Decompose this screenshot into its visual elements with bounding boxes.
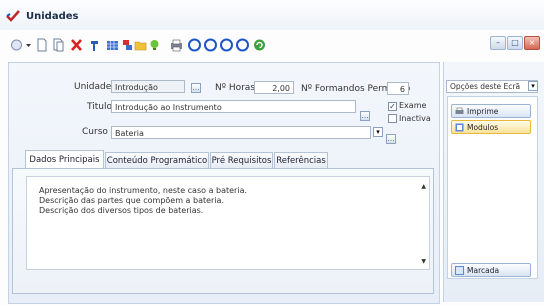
hammer-icon[interactable] bbox=[88, 38, 101, 52]
formandos-field[interactable]: 6 bbox=[387, 82, 409, 95]
imprime-label: Imprime bbox=[467, 107, 499, 116]
memo-line: Descrição dos diversos tipos de baterias… bbox=[39, 206, 204, 215]
checkmark-logo-icon bbox=[6, 10, 20, 22]
unidade-label: Unidade bbox=[74, 82, 112, 92]
unidade-lookup-button[interactable]: … bbox=[191, 83, 201, 93]
report-icon[interactable] bbox=[121, 38, 134, 52]
title-bar bbox=[0, 0, 544, 30]
titulo-field[interactable]: Introdução ao Instrumento bbox=[111, 100, 356, 113]
nav-prev-icon[interactable] bbox=[204, 38, 217, 52]
tab-conteudo-programatico[interactable]: Conteúdo Programático bbox=[105, 152, 209, 169]
disc-icon[interactable] bbox=[10, 38, 23, 52]
marcada-button[interactable]: Marcada bbox=[451, 263, 531, 277]
titulo-label: Titulo bbox=[87, 102, 112, 112]
titulo-lookup-button[interactable]: … bbox=[360, 111, 370, 121]
modulos-button[interactable]: Modulos bbox=[451, 120, 531, 134]
scroll-up-icon[interactable]: ▲ bbox=[421, 183, 426, 190]
calendar-grid-icon[interactable] bbox=[106, 38, 119, 52]
modules-icon bbox=[455, 123, 464, 132]
horas-label: Nº Horas bbox=[215, 83, 256, 93]
nav-last-icon[interactable] bbox=[236, 38, 249, 52]
imprime-button[interactable]: Imprime bbox=[451, 104, 531, 118]
unidade-field[interactable]: Introdução bbox=[111, 80, 185, 93]
curso-lookup-button[interactable]: … bbox=[386, 134, 396, 144]
memo-line: Descrição das partes que compõem a bater… bbox=[39, 196, 224, 205]
exame-label: Exame bbox=[399, 101, 427, 110]
tab-pre-requisitos[interactable]: Pré Requisitos bbox=[210, 152, 273, 169]
description-memo[interactable]: Apresentação do instrumento, neste caso … bbox=[26, 176, 430, 270]
copy-document-icon[interactable] bbox=[52, 38, 65, 52]
scroll-down-icon[interactable]: ▼ bbox=[421, 258, 426, 265]
modulos-label: Modulos bbox=[467, 123, 499, 132]
tab-dados-principais[interactable]: Dados Principais bbox=[25, 150, 104, 169]
window-title: Unidades bbox=[26, 11, 79, 22]
horas-field[interactable]: 2,00 bbox=[254, 81, 294, 94]
memo-line: Apresentação do instrumento, neste caso … bbox=[39, 186, 248, 195]
options-select[interactable]: Opções deste Ecrã bbox=[446, 80, 538, 93]
exame-checkbox[interactable]: ✓ bbox=[388, 102, 397, 111]
print-icon[interactable] bbox=[170, 38, 183, 52]
folder-icon[interactable] bbox=[134, 38, 147, 52]
inactiva-label: Inactiva bbox=[399, 114, 431, 123]
dropdown-arrow-icon[interactable] bbox=[25, 38, 32, 52]
minimize-button[interactable]: – bbox=[490, 36, 506, 50]
marcada-label: Marcada bbox=[467, 266, 500, 275]
inactiva-checkbox[interactable] bbox=[388, 114, 397, 123]
nav-first-icon[interactable] bbox=[188, 38, 201, 52]
curso-dropdown-arrow-icon[interactable]: ▾ bbox=[373, 127, 383, 137]
new-document-icon[interactable] bbox=[35, 38, 48, 52]
tab-referencias[interactable]: Referências bbox=[274, 152, 328, 169]
bulb-icon[interactable] bbox=[148, 38, 161, 52]
marker-icon bbox=[455, 266, 464, 275]
printer-icon bbox=[455, 107, 464, 114]
maximize-button[interactable]: □ bbox=[507, 36, 523, 50]
toolbar bbox=[10, 38, 330, 56]
delete-icon[interactable] bbox=[70, 38, 83, 52]
refresh-icon[interactable] bbox=[253, 38, 266, 52]
close-button[interactable]: × bbox=[524, 36, 540, 50]
nav-next-icon[interactable] bbox=[220, 38, 233, 52]
curso-label: Curso bbox=[82, 127, 108, 137]
curso-select[interactable]: Bateria bbox=[111, 126, 371, 139]
options-dropdown-arrow-icon[interactable]: ▾ bbox=[528, 81, 538, 91]
